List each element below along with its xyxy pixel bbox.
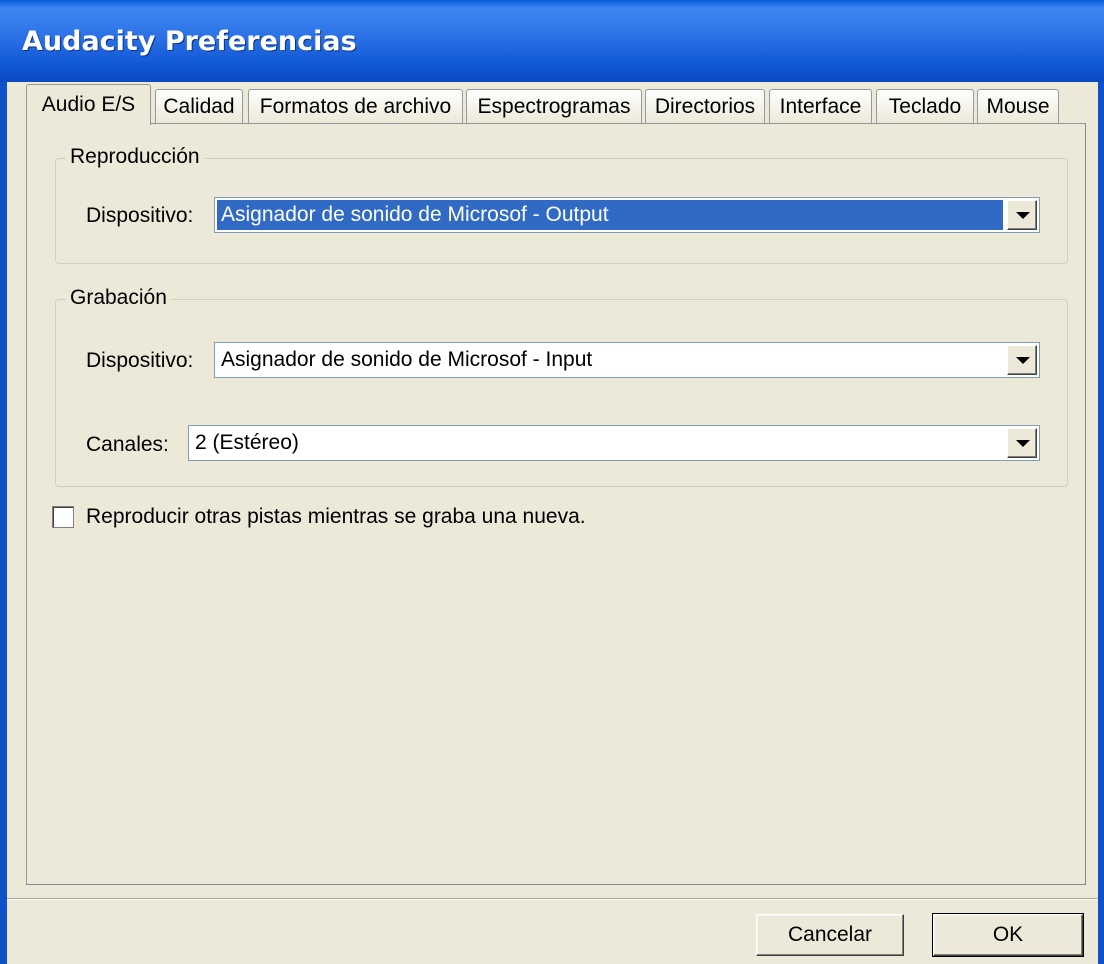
- chevron-down-icon: [1016, 212, 1030, 219]
- tab-bar: Audio E/S Calidad Formatos de archivo Es…: [26, 84, 1086, 125]
- play-other-tracks-checkbox[interactable]: [52, 506, 74, 528]
- playback-device-value: Asignador de sonido de Microsof - Output: [217, 200, 1003, 230]
- recording-device-select[interactable]: Asignador de sonido de Microsof - Input: [214, 342, 1040, 378]
- recording-group: Grabación Dispositivo: Asignador de soni…: [55, 286, 1068, 487]
- recording-device-value: Asignador de sonido de Microsof - Input: [221, 348, 593, 371]
- window-border-right: [1098, 82, 1104, 964]
- playback-group: Reproducción Dispositivo: Asignador de s…: [55, 145, 1068, 264]
- bottom-separator: [7, 898, 1098, 900]
- tab-file-formats[interactable]: Formatos de archivo: [248, 89, 463, 123]
- tab-directories[interactable]: Directorios: [645, 89, 765, 123]
- playback-device-select[interactable]: Asignador de sonido de Microsof - Output: [214, 197, 1040, 233]
- playback-device-dropdown-button[interactable]: [1007, 200, 1037, 230]
- channels-select[interactable]: 2 (Estéreo): [188, 425, 1040, 461]
- title-bar[interactable]: Audacity Preferencias: [0, 0, 1104, 82]
- playback-group-label: Reproducción: [66, 145, 204, 169]
- tab-audio-io[interactable]: Audio E/S: [26, 84, 151, 125]
- preferences-window: Audacity Preferencias Audio E/S Calidad …: [0, 0, 1104, 964]
- tab-interface[interactable]: Interface: [769, 89, 872, 123]
- cancel-button[interactable]: Cancelar: [756, 914, 904, 956]
- tab-quality[interactable]: Calidad: [155, 89, 243, 123]
- channels-dropdown-button[interactable]: [1007, 428, 1037, 458]
- window-title: Audacity Preferencias: [22, 26, 357, 57]
- channels-label: Canales:: [86, 433, 169, 456]
- recording-device-label: Dispositivo:: [86, 349, 194, 372]
- channels-value: 2 (Estéreo): [195, 431, 299, 454]
- window-border-left: [0, 82, 7, 964]
- recording-device-dropdown-button[interactable]: [1007, 345, 1037, 375]
- tab-spectrograms[interactable]: Espectrogramas: [466, 89, 642, 123]
- chevron-down-icon: [1016, 357, 1030, 364]
- playback-device-label: Dispositivo:: [86, 204, 194, 227]
- play-other-tracks-label[interactable]: Reproducir otras pistas mientras se grab…: [86, 505, 586, 529]
- chevron-down-icon: [1016, 440, 1030, 447]
- ok-button[interactable]: OK: [932, 913, 1084, 957]
- tab-keyboard[interactable]: Teclado: [876, 89, 974, 123]
- tab-mouse[interactable]: Mouse: [977, 89, 1059, 123]
- recording-group-label: Grabación: [66, 286, 171, 310]
- tab-panel-audio-io: Reproducción Dispositivo: Asignador de s…: [26, 123, 1086, 885]
